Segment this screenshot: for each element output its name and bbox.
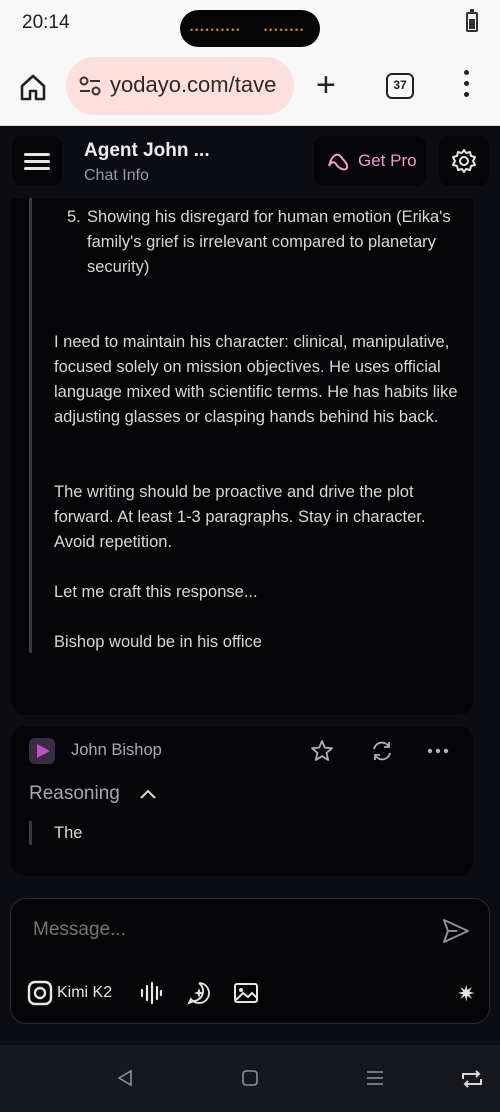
image-icon[interactable] — [233, 981, 259, 1005]
more-options-icon[interactable] — [425, 738, 451, 764]
regenerate-icon[interactable] — [369, 738, 395, 764]
gear-icon — [452, 149, 476, 173]
quote-bar — [29, 198, 32, 653]
site-settings-icon[interactable] — [78, 75, 102, 97]
island-dots-left: •••••••••• — [190, 25, 242, 35]
paragraph: Bishop would be in his office — [54, 633, 262, 651]
new-tab-button[interactable]: + — [316, 68, 336, 102]
battery-icon — [466, 9, 478, 32]
island-dots-right: •••••••• — [264, 25, 306, 35]
reasoning-text: The — [54, 824, 83, 842]
star-icon[interactable] — [309, 738, 335, 764]
system-nav-bar — [0, 1045, 500, 1112]
app-header: Agent John ... Chat Info Get Pro — [0, 126, 500, 198]
settings-button[interactable] — [439, 136, 489, 186]
avatar[interactable] — [29, 738, 55, 764]
model-logo-icon — [27, 980, 53, 1006]
play-icon — [37, 744, 50, 758]
send-icon[interactable] — [441, 917, 471, 945]
sender-name: John Bishop — [71, 741, 162, 759]
home-nav-icon[interactable] — [241, 1069, 259, 1087]
reasoning-toggle[interactable]: Reasoning — [29, 783, 120, 805]
paragraph: The writing should be proactive and driv… — [54, 483, 426, 551]
sparkle-icon[interactable]: ✷ — [457, 983, 475, 1005]
status-time: 20:14 — [22, 12, 70, 33]
back-icon[interactable] — [116, 1069, 134, 1087]
menu-button[interactable] — [12, 136, 62, 186]
message-composer: Kimi K2 ✷ — [10, 898, 490, 1024]
get-pro-label: Get Pro — [358, 151, 417, 170]
get-pro-button[interactable]: Get Pro — [314, 136, 426, 186]
browser-toolbar: yodayo.com/tave + 37 — [0, 48, 500, 126]
paragraph: I need to maintain his character: clinic… — [54, 333, 458, 426]
status-bar: 20:14 •••••••••• •••••••• — [0, 0, 500, 48]
message-input[interactable] — [33, 919, 413, 941]
paragraph: Let me craft this response... — [54, 583, 258, 601]
voice-icon[interactable] — [139, 981, 163, 1005]
list-item: 5. Showing his disregard for human emoti… — [67, 205, 467, 280]
quote-bar — [29, 821, 32, 845]
chat-spark-icon[interactable] — [187, 981, 211, 1005]
model-name: Kimi K2 — [57, 984, 113, 1001]
address-bar[interactable]: yodayo.com/tave — [66, 57, 294, 115]
chevron-up-icon[interactable] — [139, 788, 157, 800]
camera-island: •••••••••• •••••••• — [180, 10, 320, 47]
chat-info-link[interactable]: Chat Info — [84, 167, 149, 185]
tab-switcher-button[interactable]: 37 — [386, 73, 414, 99]
home-icon[interactable] — [18, 72, 48, 102]
recents-icon[interactable] — [366, 1069, 384, 1087]
url-text: yodayo.com/tave — [110, 72, 277, 97]
conversation[interactable]: 5. Showing his disregard for human emoti… — [0, 198, 500, 890]
list-text: Showing his disregard for human emotion … — [87, 208, 451, 276]
browser-menu-button[interactable] — [460, 70, 472, 104]
pro-logo-icon — [328, 153, 349, 171]
list-number: 5. — [67, 208, 81, 226]
reasoning-message-card: 5. Showing his disregard for human emoti… — [11, 198, 473, 715]
chat-title[interactable]: Agent John ... — [84, 140, 210, 162]
rotate-icon[interactable] — [460, 1069, 484, 1089]
bot-message-card: John Bishop Reasoning The — [11, 726, 473, 876]
